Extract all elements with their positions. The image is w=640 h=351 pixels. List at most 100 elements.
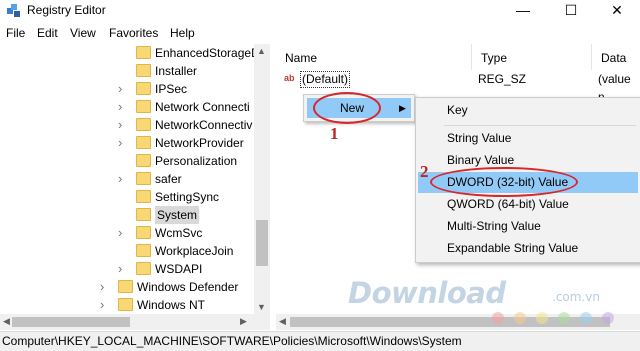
registry-editor-icon (7, 4, 20, 17)
close-button[interactable]: ✕ (594, 0, 640, 22)
tree-item-label: IPSec (155, 82, 188, 96)
folder-icon (136, 118, 151, 131)
tree-item[interactable]: › Network Connecti (118, 98, 269, 116)
tree-item[interactable]: › WSDAPI (118, 260, 269, 278)
scroll-right-icon[interactable]: ▶ (240, 316, 247, 327)
dot (536, 312, 548, 324)
column-header-data[interactable]: Data (592, 44, 640, 70)
key-tree[interactable]: EnhancedStorageD Installer › IPSec › Network … (0, 44, 270, 314)
folder-icon (136, 100, 151, 113)
expand-chevron-icon[interactable]: › (118, 116, 128, 134)
annotation-step-1: 1 (330, 124, 339, 143)
tree-item[interactable]: Personalization (118, 152, 269, 170)
folder-icon (136, 64, 151, 77)
tree-item[interactable]: Installer (118, 62, 269, 80)
scroll-down-icon[interactable]: ▼ (257, 302, 266, 312)
tree-item-label: NetworkConnectiv (155, 118, 253, 132)
dot (514, 312, 526, 324)
submenu-item-label: String Value (447, 131, 512, 145)
tree-item-label: WcmSvc (155, 226, 203, 240)
annotation-ellipse-new (313, 92, 381, 124)
value-row[interactable]: ab (Default) REG_SZ (value n (276, 70, 640, 104)
string-value-icon: ab (284, 73, 295, 83)
scrollbar-thumb[interactable] (256, 220, 268, 266)
dot (558, 312, 570, 324)
folder-icon (118, 280, 133, 293)
tree-item[interactable]: › safer (118, 170, 269, 188)
submenu-item-expandable-string-value[interactable]: Expandable String Value (418, 238, 638, 259)
expand-chevron-icon[interactable]: › (118, 260, 128, 278)
expand-chevron-icon[interactable]: › (100, 278, 110, 296)
annotation-step-2: 2 (420, 162, 429, 181)
window-title: Registry Editor (27, 3, 106, 17)
folder-icon (136, 154, 151, 167)
column-header-name[interactable]: Name (276, 44, 472, 70)
tree-item-label: Windows Defender (137, 280, 239, 294)
minimize-button[interactable]: — (500, 0, 546, 22)
tree-item[interactable]: › NetworkProvider (118, 134, 269, 152)
tree-item[interactable]: › Windows Defender (100, 278, 260, 296)
expand-chevron-icon[interactable]: › (100, 296, 110, 314)
submenu-item-label: Multi-String Value (447, 219, 541, 233)
dot (580, 312, 592, 324)
watermark-suffix: .com.vn (552, 290, 600, 304)
folder-icon (136, 136, 151, 149)
value-type: REG_SZ (478, 72, 527, 86)
watermark: Download (348, 276, 506, 310)
tree-item[interactable]: › IPSec (118, 80, 269, 98)
menu-favorites[interactable]: Favorites (109, 26, 158, 40)
tree-item-label: System (155, 206, 200, 224)
expand-chevron-icon[interactable]: › (118, 134, 128, 152)
scroll-left-icon[interactable]: ◀ (279, 316, 286, 327)
menu-edit[interactable]: Edit (37, 26, 58, 40)
menu-file[interactable]: File (6, 26, 25, 40)
tree-horizontal-scrollbar[interactable]: ◀ ▶ (0, 314, 270, 330)
tree-item[interactable]: › WcmSvc (118, 224, 269, 242)
submenu-item-label: Expandable String Value (447, 241, 579, 255)
folder-icon (136, 226, 151, 239)
submenu-item-multi-string-value[interactable]: Multi-String Value (418, 216, 638, 237)
tree-item-label: WSDAPI (155, 262, 203, 276)
folder-icon (136, 172, 151, 185)
submenu-item-qword-value[interactable]: QWORD (64-bit) Value (418, 194, 638, 215)
menu-separator (444, 125, 636, 126)
tree-item-label: Network Connecti (155, 100, 250, 114)
tree-vertical-scrollbar[interactable]: ▲ ▼ (254, 44, 270, 314)
scroll-up-icon[interactable]: ▲ (257, 46, 266, 56)
dot (602, 312, 614, 324)
tree-item-label: safer (155, 172, 182, 186)
tree-item-label: EnhancedStorageD (155, 46, 260, 60)
menu-help[interactable]: Help (170, 26, 195, 40)
tree-item-label: NetworkProvider (155, 136, 244, 150)
tree-item[interactable]: › NetworkConnectiv (118, 116, 269, 134)
folder-icon (136, 262, 151, 275)
status-bar-path: Computer\HKEY_LOCAL_MACHINE\SOFTWARE\Pol… (0, 331, 640, 351)
tree-item-label: Installer (155, 64, 198, 78)
submenu-item-string-value[interactable]: String Value (418, 128, 638, 149)
menu-view[interactable]: View (70, 26, 96, 40)
scrollbar-thumb[interactable] (12, 317, 130, 327)
tree-item-label: Windows NT (137, 298, 206, 312)
expand-chevron-icon[interactable]: › (118, 98, 128, 116)
submenu-arrow-icon: ▶ (399, 103, 406, 113)
column-header-type[interactable]: Type (472, 44, 592, 70)
folder-icon (136, 190, 151, 203)
folder-icon (136, 208, 151, 221)
tree-item[interactable]: System (118, 206, 269, 224)
maximize-button[interactable]: ☐ (548, 0, 594, 22)
tree-item-label: WorkplaceJoin (155, 244, 234, 258)
title-bar: Registry Editor — ☐ ✕ (0, 0, 640, 22)
folder-icon (118, 298, 133, 311)
tree-item[interactable]: WorkplaceJoin (118, 242, 269, 260)
tree-item[interactable]: SettingSync (118, 188, 269, 206)
tree-item-label: SettingSync (155, 190, 220, 204)
tree-item[interactable]: › Windows NT (100, 296, 260, 314)
menu-bar: File Edit View Favorites Help (0, 22, 640, 43)
expand-chevron-icon[interactable]: › (118, 170, 128, 188)
expand-chevron-icon[interactable]: › (118, 224, 128, 242)
annotation-ellipse-dword (430, 167, 578, 197)
tree-item[interactable]: EnhancedStorageD (118, 44, 269, 62)
scroll-left-icon[interactable]: ◀ (3, 316, 10, 327)
expand-chevron-icon[interactable]: › (118, 80, 128, 98)
submenu-item-key[interactable]: Key (418, 100, 638, 121)
